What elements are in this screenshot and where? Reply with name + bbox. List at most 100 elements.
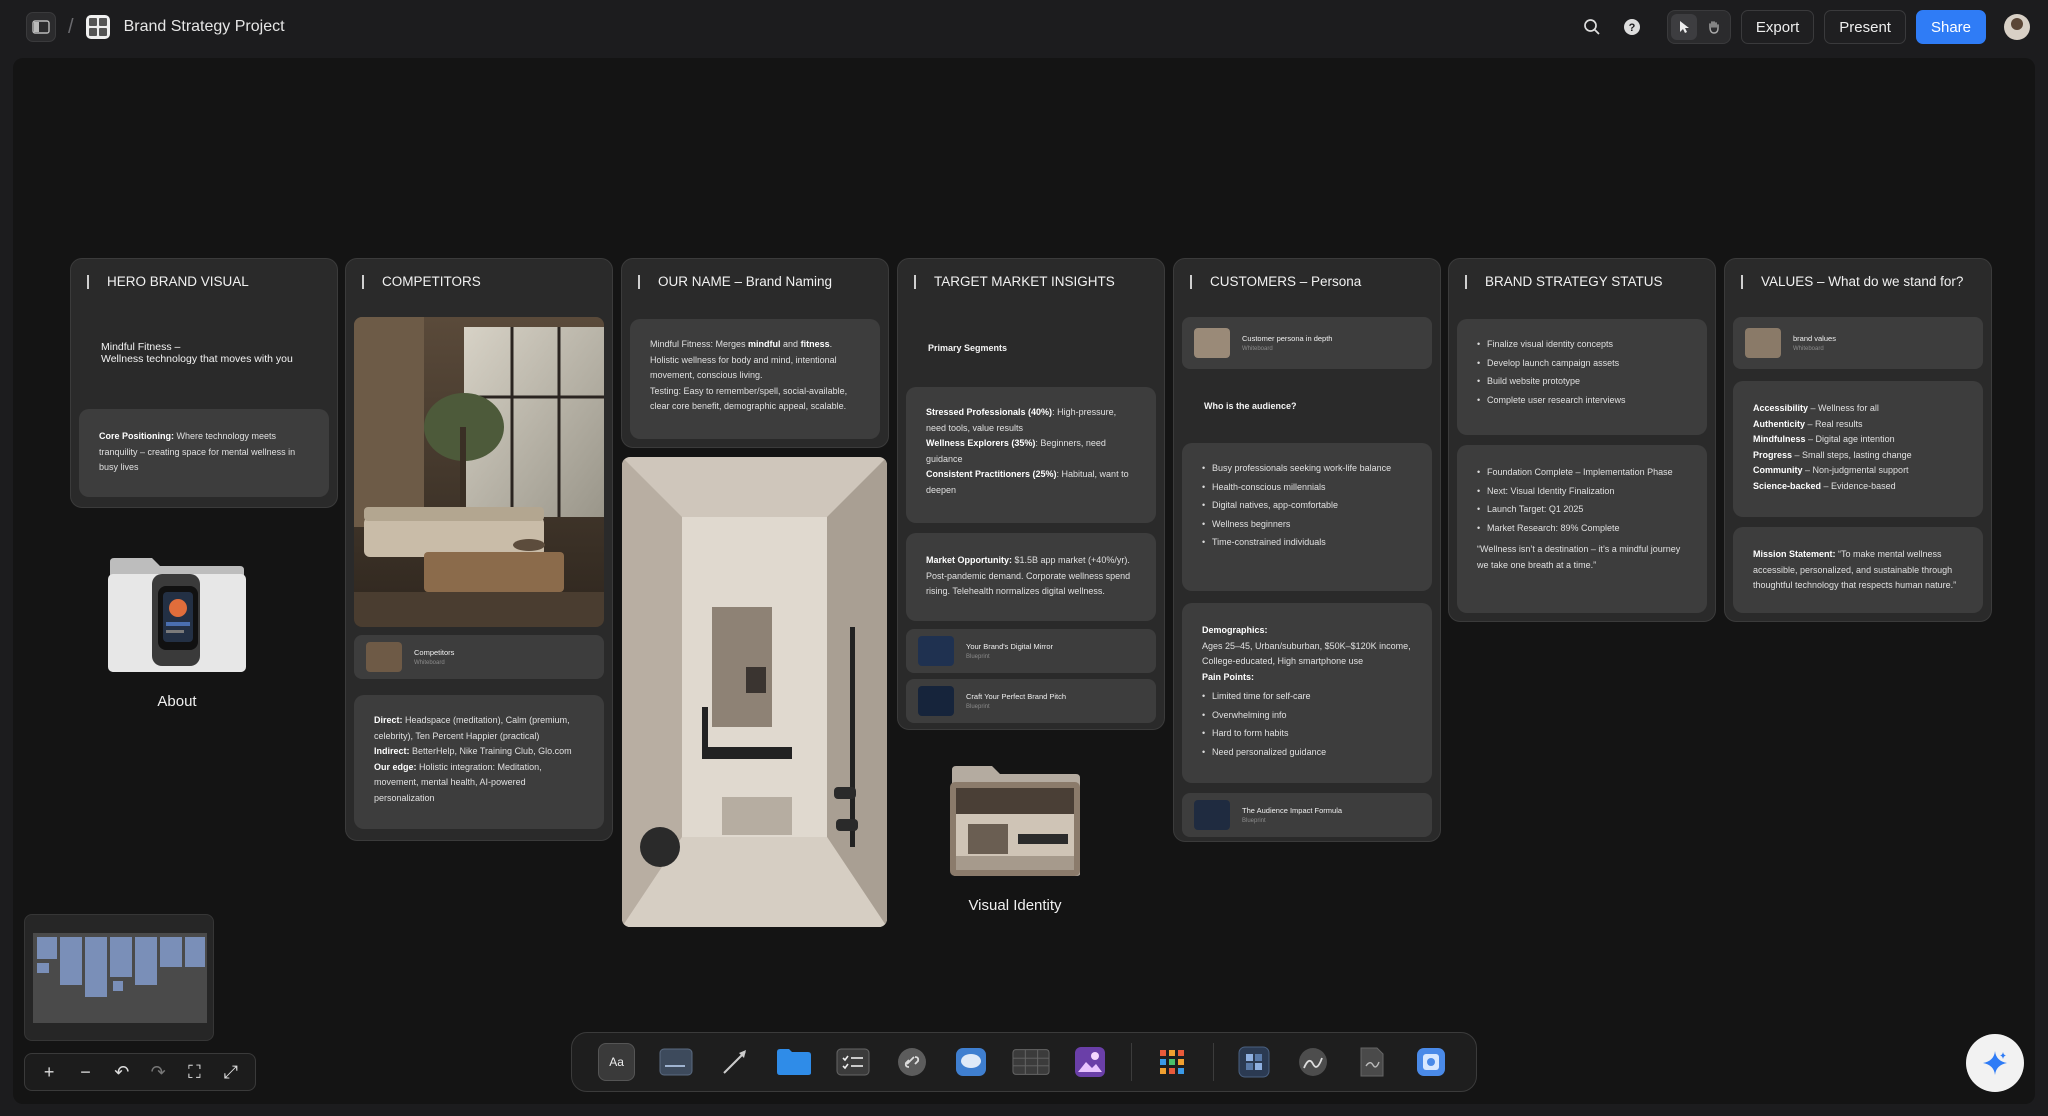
present-button[interactable]: Present (1824, 10, 1906, 44)
blueprint-icon (1238, 1046, 1270, 1078)
column-values[interactable]: VALUES – What do we stand for? brand val… (1724, 258, 1992, 622)
minimap-viewport (33, 933, 207, 1023)
link-title: brand values (1793, 334, 1836, 343)
list-item: Digital natives, app-comfortable (1202, 498, 1412, 514)
column-competitors[interactable]: COMPETITORS Competitors Whiteboard Direc… (345, 258, 613, 841)
folder-watch-thumbnail (108, 558, 246, 672)
zoom-in-icon[interactable]: + (36, 1062, 62, 1083)
column-target-market[interactable]: TARGET MARKET INSIGHTS Primary Segments … (897, 258, 1165, 730)
export-button[interactable]: Export (1740, 10, 1815, 44)
help-button[interactable]: ? (1617, 12, 1647, 42)
undo-icon[interactable]: ↶ (109, 1062, 135, 1083)
apps-tool[interactable] (1154, 1043, 1191, 1081)
comment-tool[interactable] (953, 1043, 990, 1081)
competitors-thumbnail (366, 642, 402, 672)
checklist-icon (836, 1048, 870, 1076)
image-tool[interactable] (1072, 1043, 1109, 1081)
folder-tool[interactable] (775, 1043, 812, 1081)
blueprint-tool[interactable] (1236, 1043, 1273, 1081)
link-title: Competitors (414, 648, 455, 657)
document-icon (1360, 1047, 1384, 1077)
list-item: Health-conscious millennials (1202, 480, 1412, 496)
connector-tool[interactable] (716, 1043, 753, 1081)
customer-persona-whiteboard-link[interactable]: Customer persona in depth Whiteboard (1182, 317, 1432, 369)
column-brand-naming[interactable]: OUR NAME – Brand Naming Mindful Fitness:… (621, 258, 889, 448)
list-item: Wellness beginners (1202, 517, 1412, 533)
avatar[interactable] (2004, 14, 2030, 40)
text-tool[interactable]: Aa (598, 1043, 636, 1081)
value-item: Science-backed – Evidence-based (1753, 480, 1896, 491)
note-icon (659, 1048, 693, 1076)
todo-card[interactable]: Finalize visual identity concepts Develop… (1457, 319, 1707, 435)
brand-pitch-blueprint-link[interactable]: Craft Your Perfect Brand Pitch Blueprint (906, 679, 1156, 723)
insert-toolbar: Aa (571, 1032, 1477, 1092)
minimap[interactable] (24, 914, 214, 1041)
search-icon (1584, 19, 1600, 35)
about-folder[interactable]: About (106, 556, 248, 710)
value-item: Progress – Small steps, lasting change (1753, 449, 1912, 460)
list-item: Launch Target: Q1 2025 (1477, 502, 1687, 518)
values-list-card[interactable]: Accessibility – Wellness for all Authenti… (1733, 381, 1983, 517)
values-list: Accessibility – Wellness for all Authenti… (1753, 401, 1963, 494)
svg-text:?: ? (1629, 22, 1636, 34)
progress-card[interactable]: Foundation Complete – Implementation Pha… (1457, 445, 1707, 613)
home-gym-photo[interactable] (622, 457, 887, 927)
search-button[interactable] (1577, 12, 1607, 42)
table-tool[interactable] (1012, 1043, 1050, 1081)
image-icon (1075, 1047, 1106, 1077)
link-title: Customer persona in depth (1242, 334, 1333, 343)
list-item: Build website prototype (1477, 374, 1687, 390)
document-tool[interactable] (1354, 1043, 1391, 1081)
ai-image-tool[interactable] (1413, 1043, 1450, 1081)
competitors-whiteboard-link[interactable]: Competitors Whiteboard (354, 635, 604, 679)
list-item: Develop launch campaign assets (1477, 356, 1687, 372)
progress-list: Foundation Complete – Implementation Pha… (1477, 465, 1687, 536)
column-hero-brand-visual[interactable]: HERO BRAND VISUAL Mindful Fitness – Well… (70, 258, 338, 508)
list-item: Complete user research interviews (1477, 393, 1687, 409)
audience-card[interactable]: Busy professionals seeking work-life bal… (1182, 443, 1432, 591)
segments-card[interactable]: Stressed Professionals (40%): High-press… (906, 387, 1156, 523)
sketch-tool[interactable] (1295, 1043, 1332, 1081)
ai-assistant-button[interactable] (1966, 1034, 2024, 1092)
project-title[interactable]: Brand Strategy Project (124, 18, 285, 36)
column-customer-persona[interactable]: CUSTOMERS – Persona Customer persona in … (1173, 258, 1441, 842)
brand-values-whiteboard-link[interactable]: brand values Whiteboard (1733, 317, 1983, 369)
fullscreen-icon[interactable]: ⤢ (218, 1062, 244, 1083)
help-icon: ? (1623, 19, 1640, 35)
sidebar-toggle-button[interactable] (26, 12, 56, 42)
column-brand-strategy-status[interactable]: BRAND STRATEGY STATUS Finalize visual id… (1448, 258, 1716, 622)
share-button[interactable]: Share (1915, 10, 1986, 44)
link-tool[interactable] (893, 1043, 930, 1081)
values-thumbnail (1745, 328, 1781, 358)
digital-mirror-blueprint-link[interactable]: Your Brand's Digital Mirror Blueprint (906, 629, 1156, 673)
living-room-photo (354, 317, 604, 627)
brand-quote: “Wellness isn’t a destination – it’s a m… (1477, 544, 1681, 570)
checklist-tool[interactable] (834, 1043, 871, 1081)
folder-label: Visual Identity (968, 897, 1062, 914)
sparkle-icon (1983, 1051, 2007, 1075)
list-item: Limited time for self-care (1202, 689, 1412, 705)
competitors-detail-card[interactable]: Direct: Headspace (meditation), Calm (pr… (354, 695, 604, 829)
folder-icon (776, 1049, 811, 1075)
zoom-out-icon[interactable]: − (72, 1062, 98, 1083)
select-tool-button[interactable] (1670, 14, 1697, 40)
breadcrumb: / Brand Strategy Project (26, 12, 285, 42)
link-title: Craft Your Perfect Brand Pitch (966, 692, 1067, 701)
demographics-card[interactable]: Demographics: Ages 25–45, Urban/suburban… (1182, 603, 1432, 783)
audience-impact-blueprint-link[interactable]: The Audience Impact Formula Blueprint (1182, 793, 1432, 837)
visual-identity-folder[interactable]: Visual Identity (948, 764, 1082, 914)
hand-icon (1709, 21, 1719, 34)
market-opportunity-card[interactable]: Market Opportunity: $1.5B app market (+4… (906, 533, 1156, 621)
core-positioning-card[interactable]: Core Positioning: Where technology meets… (79, 409, 329, 497)
sticky-note-tool[interactable] (657, 1043, 694, 1081)
toolbar-divider (1212, 1043, 1214, 1081)
redo-icon[interactable]: ↷ (145, 1062, 171, 1083)
naming-card[interactable]: Mindful Fitness: Merges mindful and fitn… (630, 319, 880, 439)
link-subtitle: Whiteboard (414, 660, 445, 666)
column-title: HERO BRAND VISUAL (87, 275, 249, 289)
fit-to-screen-icon[interactable]: ⛶ (181, 1062, 207, 1083)
primary-segments-label: Primary Segments (928, 343, 1008, 353)
pen-icon (1299, 1048, 1328, 1076)
hand-tool-button[interactable] (1701, 14, 1727, 40)
mission-statement-card[interactable]: Mission Statement: “To make mental welln… (1733, 527, 1983, 613)
